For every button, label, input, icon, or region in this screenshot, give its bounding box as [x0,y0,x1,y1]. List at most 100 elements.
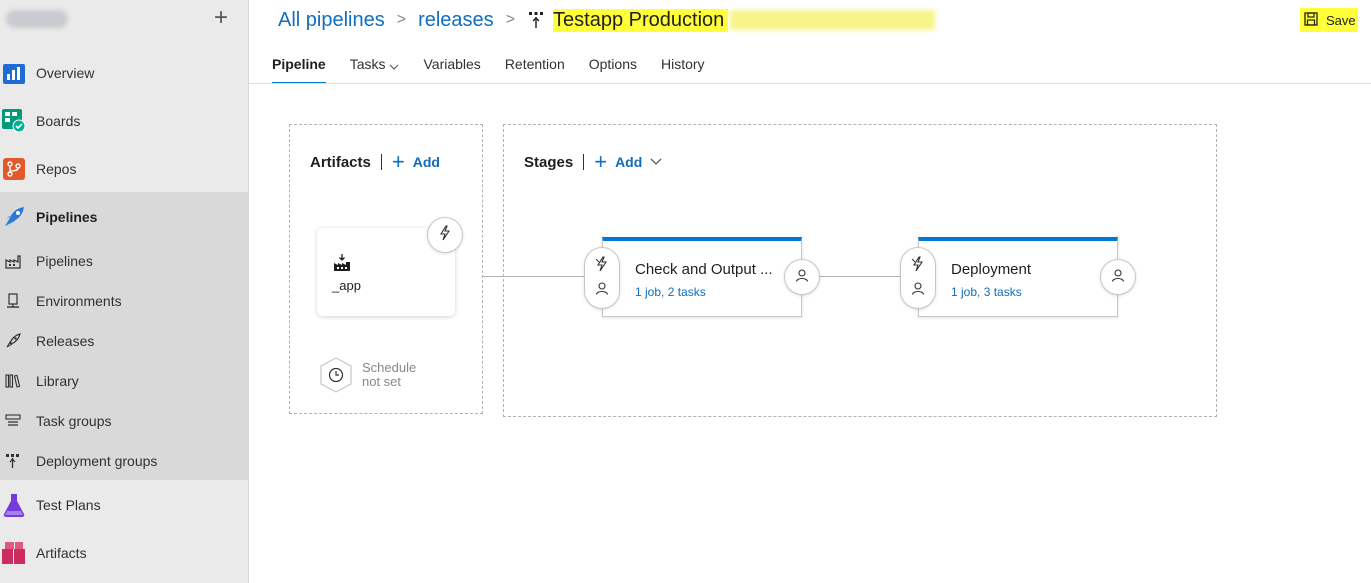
tab-retention[interactable]: Retention [505,54,565,84]
library-books-icon [4,372,22,390]
stage-card[interactable]: Deployment 1 job, 3 tasks [918,237,1118,317]
tab-label: Variables [423,56,481,72]
nav-pipelines[interactable]: Pipelines [0,205,248,229]
nav-artifacts[interactable]: Artifacts [0,541,248,565]
left-navigation: + Overview Boards Repos Pipelines Pipeli… [0,0,249,583]
nav-repos[interactable]: Repos [0,157,248,181]
subnav-deployment-groups[interactable]: Deployment groups [0,450,248,472]
tab-variables[interactable]: Variables [423,54,480,84]
plus-icon: + [594,149,608,174]
save-button[interactable]: Save [1300,8,1358,32]
stage-summary[interactable]: 1 job, 3 tasks [951,285,1022,299]
stage-card[interactable]: Check and Output ... 1 job, 2 tasks [602,237,802,317]
stages-header: Stages + Add [524,149,662,174]
tabs-divider [249,83,1371,84]
nav-label: Artifacts [36,545,87,561]
subnav-pipelines[interactable]: Pipelines [0,250,248,272]
task-groups-icon [4,412,22,430]
stage-name[interactable]: Check and Output ... [635,261,773,278]
tab-history[interactable]: History [661,54,705,84]
save-label: Save [1326,12,1356,28]
tab-label: Retention [504,56,565,72]
schedule-text: not set [362,374,402,389]
nav-label: Pipelines [36,253,93,269]
pipeline-tabs: Pipeline Tasks Variables Retention Optio… [272,54,729,84]
save-floppy-icon [1304,11,1318,29]
divider [380,154,382,170]
pre-deployment-conditions[interactable] [584,247,620,309]
artifacts-box-icon [2,541,26,565]
nav-label: Overview [36,65,95,81]
tab-tasks[interactable]: Tasks [350,54,400,84]
nav-label: Boards [36,113,81,129]
subnav-releases[interactable]: Releases [0,330,248,352]
nav-label: Task groups [36,413,112,429]
person-icon [1111,268,1125,287]
breadcrumb-separator: > [505,11,516,28]
subnav-task-groups[interactable]: Task groups [0,410,248,432]
lightning-icon[interactable] [911,256,925,277]
tab-pipeline[interactable]: Pipeline [272,54,326,84]
boards-icon [2,109,26,133]
stages-heading: Stages [524,153,574,171]
pre-deployment-conditions[interactable] [900,247,936,309]
tab-label: Options [588,56,637,72]
factory-icon [4,252,22,270]
deployment-groups-icon [4,452,22,470]
stage-connector [820,276,900,277]
rocket-icon [4,332,22,350]
nav-label: Pipelines [36,209,98,225]
breadcrumb: All pipelines > releases > Testapp Produ… [278,6,936,34]
nav-label: Deployment groups [36,453,158,469]
plus-icon: + [391,149,405,174]
add-artifact-button[interactable]: + Add [391,149,440,174]
release-pipeline-icon [527,10,545,30]
overview-icon [2,61,26,85]
schedule-button[interactable] [318,356,354,394]
pipelines-rocket-icon [2,205,26,229]
chevron-down-icon [389,59,399,75]
continuous-deployment-trigger-button[interactable] [427,217,463,253]
page-title: Testapp Production [527,8,936,32]
schedule-clock-icon [318,357,354,398]
pipeline-title[interactable]: Testapp Production [553,8,729,32]
artifacts-header: Artifacts + Add [310,149,440,174]
lightning-icon [438,224,452,246]
chevron-down-icon [650,157,662,167]
subnav-environments[interactable]: Environments [0,290,248,312]
add-label: Add [615,154,643,170]
nav-label: Releases [36,333,95,349]
breadcrumb-separator: > [396,11,407,28]
person-icon [795,268,809,287]
redacted-title-suffix [730,10,936,30]
organization-avatar[interactable] [6,10,68,28]
nav-label: Library [36,373,79,389]
nav-overview[interactable]: Overview [0,61,248,85]
tab-label: History [661,56,705,72]
nav-boards[interactable]: Boards [0,109,248,133]
lightning-icon[interactable] [595,256,609,277]
nav-label: Test Plans [36,497,101,513]
artifact-name: _app [332,278,361,293]
breadcrumb-releases[interactable]: releases [418,9,494,32]
subnav-library[interactable]: Library [0,370,248,392]
nav-test-plans[interactable]: Test Plans [0,493,248,517]
person-icon[interactable] [595,281,609,300]
tab-options[interactable]: Options [589,54,637,84]
add-label: Add [412,154,440,170]
tab-label: Pipeline [272,56,326,72]
post-deployment-approvals[interactable] [784,259,820,295]
repos-icon [2,157,26,181]
breadcrumb-all-pipelines[interactable]: All pipelines [278,9,385,32]
nav-label: Environments [36,293,122,309]
stage-name[interactable]: Deployment [951,261,1031,278]
test-plans-flask-icon [2,493,26,517]
post-deployment-approvals[interactable] [1100,259,1136,295]
add-stage-button[interactable]: + Add [594,149,662,174]
new-project-plus-icon[interactable]: + [214,6,228,30]
person-icon[interactable] [911,281,925,300]
divider [583,154,585,170]
stage-summary[interactable]: 1 job, 2 tasks [635,285,706,299]
artifacts-heading: Artifacts [310,153,371,171]
tab-label: Tasks [349,56,386,72]
